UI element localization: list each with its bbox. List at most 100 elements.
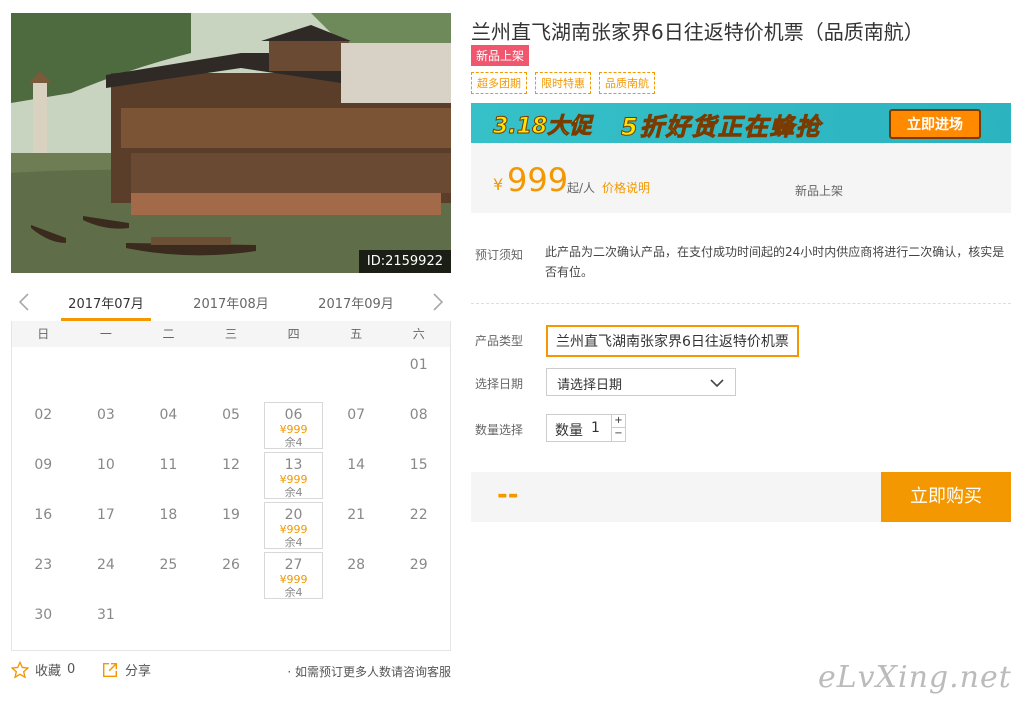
calendar-day: 24	[75, 549, 138, 599]
promo-slogan: 5折好货正在蜂抢	[621, 113, 822, 142]
day-number: 11	[159, 457, 178, 473]
day-number: 02	[34, 407, 53, 423]
day-number: 13	[284, 457, 303, 473]
day-price: ¥999	[279, 473, 308, 486]
favorite-button[interactable]: 收藏 0	[11, 660, 75, 679]
star-icon	[11, 660, 29, 679]
calendar-day	[75, 349, 138, 399]
calendar-day: 02	[12, 399, 75, 449]
calendar-day: 16	[12, 499, 75, 549]
tag-item: 品质南航	[599, 72, 655, 94]
day-number: 05	[222, 407, 240, 423]
day-number: 06	[284, 407, 303, 423]
day-number: 16	[34, 507, 53, 523]
calendar-day: 03	[75, 399, 138, 449]
next-month-arrow-icon[interactable]	[427, 291, 447, 313]
qty-increase-button[interactable]: +	[611, 415, 625, 428]
day-number: 10	[96, 457, 115, 473]
section-divider	[471, 303, 1011, 304]
price-unit: 起/人	[567, 181, 596, 195]
qty-inner-label: 数量	[555, 423, 583, 439]
calendar-day-available[interactable]: 27 ¥999 余4	[264, 552, 323, 599]
day-number: 25	[159, 557, 178, 573]
calendar-day: 21	[325, 499, 388, 549]
share-label: 分享	[125, 664, 152, 679]
calendar-day: 15	[387, 449, 450, 499]
calendar-day: 30	[12, 599, 75, 649]
qty-value[interactable]: 1	[591, 420, 600, 436]
calendar-day	[137, 349, 200, 399]
day-number: 21	[347, 507, 366, 523]
new-product-label: 新品上架	[795, 184, 844, 198]
buy-bar: -- 立即购买	[471, 472, 1011, 522]
day-remaining: 余4	[284, 486, 303, 499]
share-button[interactable]: 分享	[101, 660, 151, 679]
prev-month-arrow-icon[interactable]	[15, 291, 35, 313]
calendar-day-available[interactable]: 20 ¥999 余4	[264, 502, 323, 549]
calendar-day	[325, 349, 388, 399]
calendar-day-available[interactable]: 13 ¥999 余4	[264, 452, 323, 499]
tag-item: 限时特惠	[535, 72, 591, 94]
day-number: 15	[409, 457, 428, 473]
weekday-label: 一	[99, 327, 112, 341]
day-number: 14	[347, 457, 366, 473]
weekday-label: 二	[162, 327, 175, 341]
bottom-actions: 收藏 0 分享 · 如需预订更多人数请咨询客服	[11, 660, 451, 684]
calendar-day: 18	[137, 499, 200, 549]
qty-decrease-button[interactable]: −	[611, 428, 625, 441]
buy-now-button[interactable]: 立即购买	[881, 472, 1011, 522]
tag-item: 超多团期	[471, 72, 527, 94]
tab-month-2[interactable]: 2017年08月	[186, 293, 276, 321]
village-scene	[11, 13, 451, 273]
day-number: 30	[34, 607, 53, 623]
calendar-day-available[interactable]: 06 ¥999 余4	[264, 402, 323, 449]
group-booking-note: · 如需预订更多人数请咨询客服	[287, 665, 451, 679]
calendar-day: 28	[325, 549, 388, 599]
day-number: 03	[96, 407, 115, 423]
day-number: 26	[222, 557, 240, 573]
qty-label: 数量选择	[475, 423, 524, 437]
product-type-label: 产品类型	[475, 334, 524, 348]
calendar-day: 05	[200, 399, 263, 449]
promo-banner[interactable]: 3.18大促 5折好货正在蜂抢 立即进场	[471, 103, 1011, 143]
chevron-down-icon	[710, 379, 724, 388]
calendar-day	[262, 349, 325, 399]
calendar-day: 11	[137, 449, 200, 499]
day-number: 22	[409, 507, 428, 523]
day-price: ¥999	[279, 573, 308, 586]
tab-month-3[interactable]: 2017年09月	[311, 293, 401, 321]
quantity-stepper[interactable]: 数量 1 + −	[546, 414, 626, 442]
price-amount: 999	[507, 161, 569, 199]
day-remaining: 余4	[284, 536, 303, 549]
calendar-day: 09	[12, 449, 75, 499]
calendar-day: 07	[325, 399, 388, 449]
day-remaining: 余4	[284, 436, 303, 449]
calendar-day: 26	[200, 549, 263, 599]
calendar-day: 31	[75, 599, 138, 649]
promo-title: 3.18大促	[492, 114, 592, 140]
product-title: 兰州直飞湖南张家界6日往返特价机票（品质南航）	[471, 20, 924, 44]
weekday-label: 三	[225, 327, 238, 341]
day-number: 31	[96, 607, 115, 623]
calendar-day: 25	[137, 549, 200, 599]
day-number: 29	[409, 557, 428, 573]
day-number: 08	[409, 407, 428, 423]
site-watermark: eLvXing.net	[818, 660, 1012, 695]
price-explain-link[interactable]: 价格说明	[602, 179, 650, 196]
calendar-day: 23	[12, 549, 75, 599]
day-number: 20	[284, 507, 303, 523]
day-number: 09	[34, 457, 53, 473]
date-select[interactable]: 请选择日期	[546, 368, 736, 396]
date-select-text: 请选择日期	[557, 378, 623, 393]
product-photo: ID:2159922	[11, 13, 451, 273]
weekday-label: 五	[350, 327, 363, 341]
notice-label: 预订须知	[475, 248, 524, 262]
calendar-day	[12, 349, 75, 399]
calendar-day: 04	[137, 399, 200, 449]
favorite-label: 收藏	[35, 664, 62, 679]
tab-month-1[interactable]: 2017年07月	[61, 293, 151, 321]
day-number: 17	[96, 507, 115, 523]
product-type-option[interactable]: 兰州直飞湖南张家界6日往返特价机票	[546, 325, 799, 357]
weekday-label: 日	[37, 327, 50, 341]
promo-enter-button[interactable]: 立即进场	[889, 109, 981, 139]
